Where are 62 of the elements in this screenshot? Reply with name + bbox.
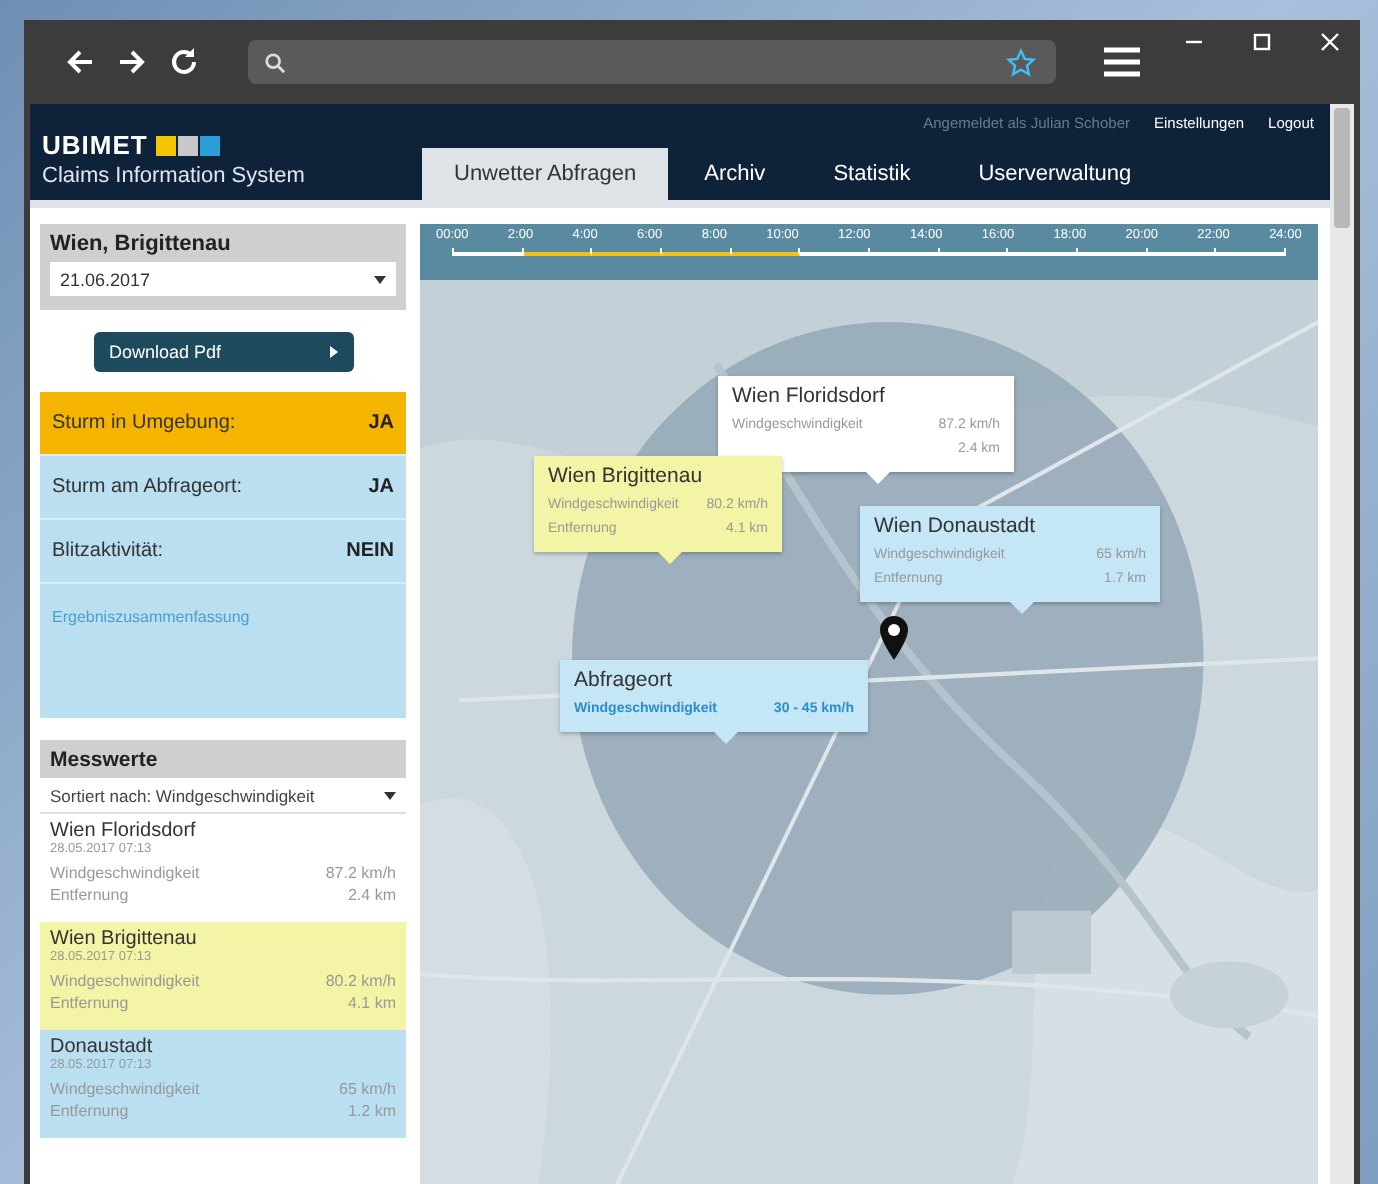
measure-label: Entfernung — [50, 1100, 129, 1122]
time-segment[interactable] — [939, 248, 1009, 256]
time-segment[interactable] — [1078, 248, 1148, 256]
caret-icon — [384, 791, 396, 799]
measure-value: 4.1 km — [347, 992, 396, 1014]
star-icon[interactable] — [1006, 47, 1036, 77]
menu-icon[interactable] — [1104, 46, 1140, 78]
measure-label: Windgeschwindigkeit — [50, 1078, 200, 1100]
time-segment[interactable] — [523, 248, 593, 256]
back-icon[interactable] — [64, 46, 96, 78]
scroll-thumb[interactable] — [1334, 108, 1350, 228]
measure-value: 2.4 km — [347, 884, 396, 906]
measure-value: 65 km/h — [339, 1078, 396, 1100]
status-label: Sturm in Umgebung: — [52, 412, 236, 434]
section-title: Messwerte — [50, 747, 158, 771]
status-value: JA — [368, 476, 394, 498]
date-select[interactable]: 21.06.2017 — [50, 262, 396, 296]
measure-value: 1.2 km — [347, 1100, 396, 1122]
time-segment[interactable] — [662, 248, 732, 256]
callout-title: Abfrageort — [574, 668, 675, 692]
callout-title: Wien Donaustadt — [874, 514, 1038, 538]
status-label: Sturm am Abfrageort: — [52, 476, 243, 498]
station-name: Wien Floridsdorf — [50, 820, 198, 842]
time-segment[interactable] — [1216, 248, 1287, 256]
measure-value: 80.2 km/h — [325, 970, 396, 992]
status-value: NEIN — [346, 540, 394, 562]
location-title: Wien, Brigittenau — [50, 232, 233, 256]
measure-label: Entfernung — [50, 992, 129, 1014]
app-subtitle: Claims Information System — [42, 164, 307, 188]
time-segment[interactable] — [731, 248, 801, 256]
time-segment[interactable] — [800, 248, 871, 256]
time-segment[interactable] — [454, 248, 524, 256]
logo-text: UBIMET — [42, 130, 148, 160]
callout-title: Wien Brigittenau — [548, 464, 705, 488]
nav-tab[interactable]: Userverwaltung — [946, 148, 1164, 200]
download-button[interactable]: Download Pdf — [93, 332, 353, 372]
nav-tab[interactable]: Unwetter Abfragen — [422, 148, 669, 200]
reload-icon[interactable] — [168, 46, 200, 78]
nav-tab[interactable]: Archiv — [672, 148, 798, 200]
scrollbar[interactable] — [1330, 104, 1354, 1184]
measure-label: Windgeschwindigkeit — [50, 970, 200, 992]
forward-icon[interactable] — [116, 46, 148, 78]
caret-icon — [374, 275, 386, 283]
time-segment[interactable] — [870, 248, 940, 256]
logo-icon — [155, 135, 222, 155]
status-value: JA — [368, 412, 394, 434]
caret-icon — [329, 346, 337, 358]
status-label: Blitzaktivität: — [52, 540, 164, 562]
measure-label: Windgeschwindigkeit — [50, 862, 200, 884]
close-icon[interactable] — [1320, 32, 1340, 52]
station-name: Donaustadt — [50, 1036, 155, 1058]
time-segment[interactable] — [592, 248, 663, 256]
time-segment[interactable] — [1147, 248, 1217, 256]
nav-tab[interactable]: Statistik — [801, 148, 943, 200]
station-name: Wien Brigittenau — [50, 928, 199, 950]
search-icon — [264, 51, 286, 73]
measure-label: Entfernung — [50, 884, 129, 906]
measure-value: 87.2 km/h — [325, 862, 396, 884]
location-pin-icon — [880, 616, 908, 660]
time-segment[interactable] — [1008, 248, 1079, 256]
maximize-icon[interactable] — [1252, 32, 1272, 52]
callout-title: Wien Floridsdorf — [732, 384, 887, 408]
